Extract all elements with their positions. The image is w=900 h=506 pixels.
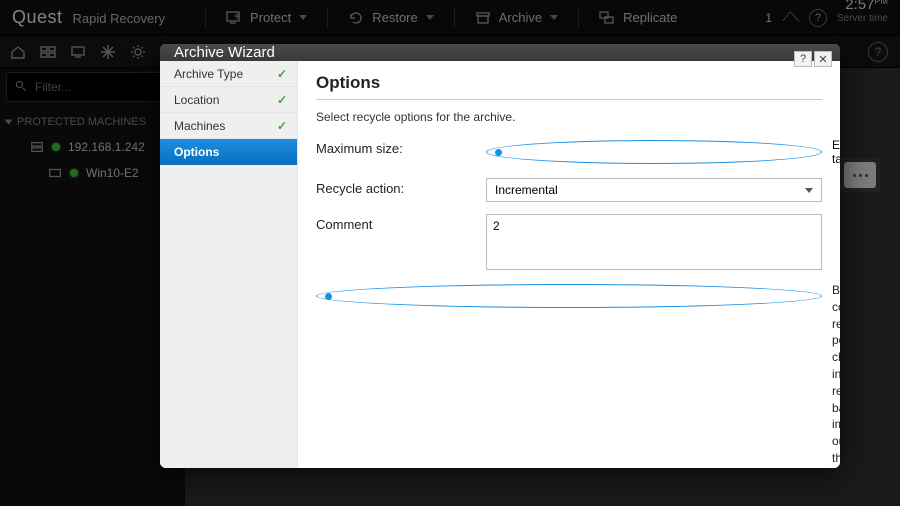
radio-entire-target[interactable]	[486, 140, 822, 164]
step-label: Location	[174, 93, 219, 107]
option-full-chain[interactable]: Build complete recovery points chains, i…	[316, 282, 822, 468]
recycle-action-value: Incremental	[495, 183, 558, 197]
radio-full-chain[interactable]	[316, 284, 822, 308]
step-machines[interactable]: Machines	[160, 113, 297, 139]
step-label: Options	[174, 145, 219, 159]
archive-wizard-dialog: Archive Wizard ? ✕ Archive Type Location…	[160, 44, 840, 468]
dialog-close-button[interactable]: ✕	[814, 51, 832, 67]
step-archive-type[interactable]: Archive Type	[160, 61, 297, 87]
divider	[316, 99, 822, 100]
dialog-title-buttons: ? ✕	[794, 51, 832, 67]
dialog-help-button[interactable]: ?	[794, 51, 812, 67]
step-label: Machines	[174, 119, 225, 133]
comment-label: Comment	[316, 214, 486, 232]
row-recycle: Recycle action: Incremental	[316, 178, 822, 202]
entire-target-label: Entire target	[832, 138, 840, 166]
option-full-chain-label: Build complete recovery points chains, i…	[832, 282, 840, 468]
recycle-label: Recycle action:	[316, 178, 486, 196]
row-comment: Comment	[316, 214, 822, 270]
max-size-label: Maximum size:	[316, 138, 486, 156]
panel-subheading: Select recycle options for the archive.	[316, 110, 822, 124]
recycle-action-select[interactable]: Incremental	[486, 178, 822, 202]
wizard-steps: Archive Type Location Machines Options	[160, 61, 298, 468]
panel-heading: Options	[316, 73, 822, 93]
comment-textarea[interactable]	[486, 214, 822, 270]
step-location[interactable]: Location	[160, 87, 297, 113]
step-options[interactable]: Options	[160, 139, 297, 165]
dialog-title-bar: Archive Wizard	[160, 44, 840, 61]
options-panel: Options Select recycle options for the a…	[298, 61, 840, 468]
dialog-body: Archive Type Location Machines Options O…	[160, 61, 840, 468]
step-label: Archive Type	[174, 67, 243, 81]
row-max-size: Maximum size: Entire target 250.00 MB	[316, 138, 822, 166]
dialog-title: Archive Wizard	[174, 44, 275, 61]
chevron-down-icon	[805, 188, 813, 193]
